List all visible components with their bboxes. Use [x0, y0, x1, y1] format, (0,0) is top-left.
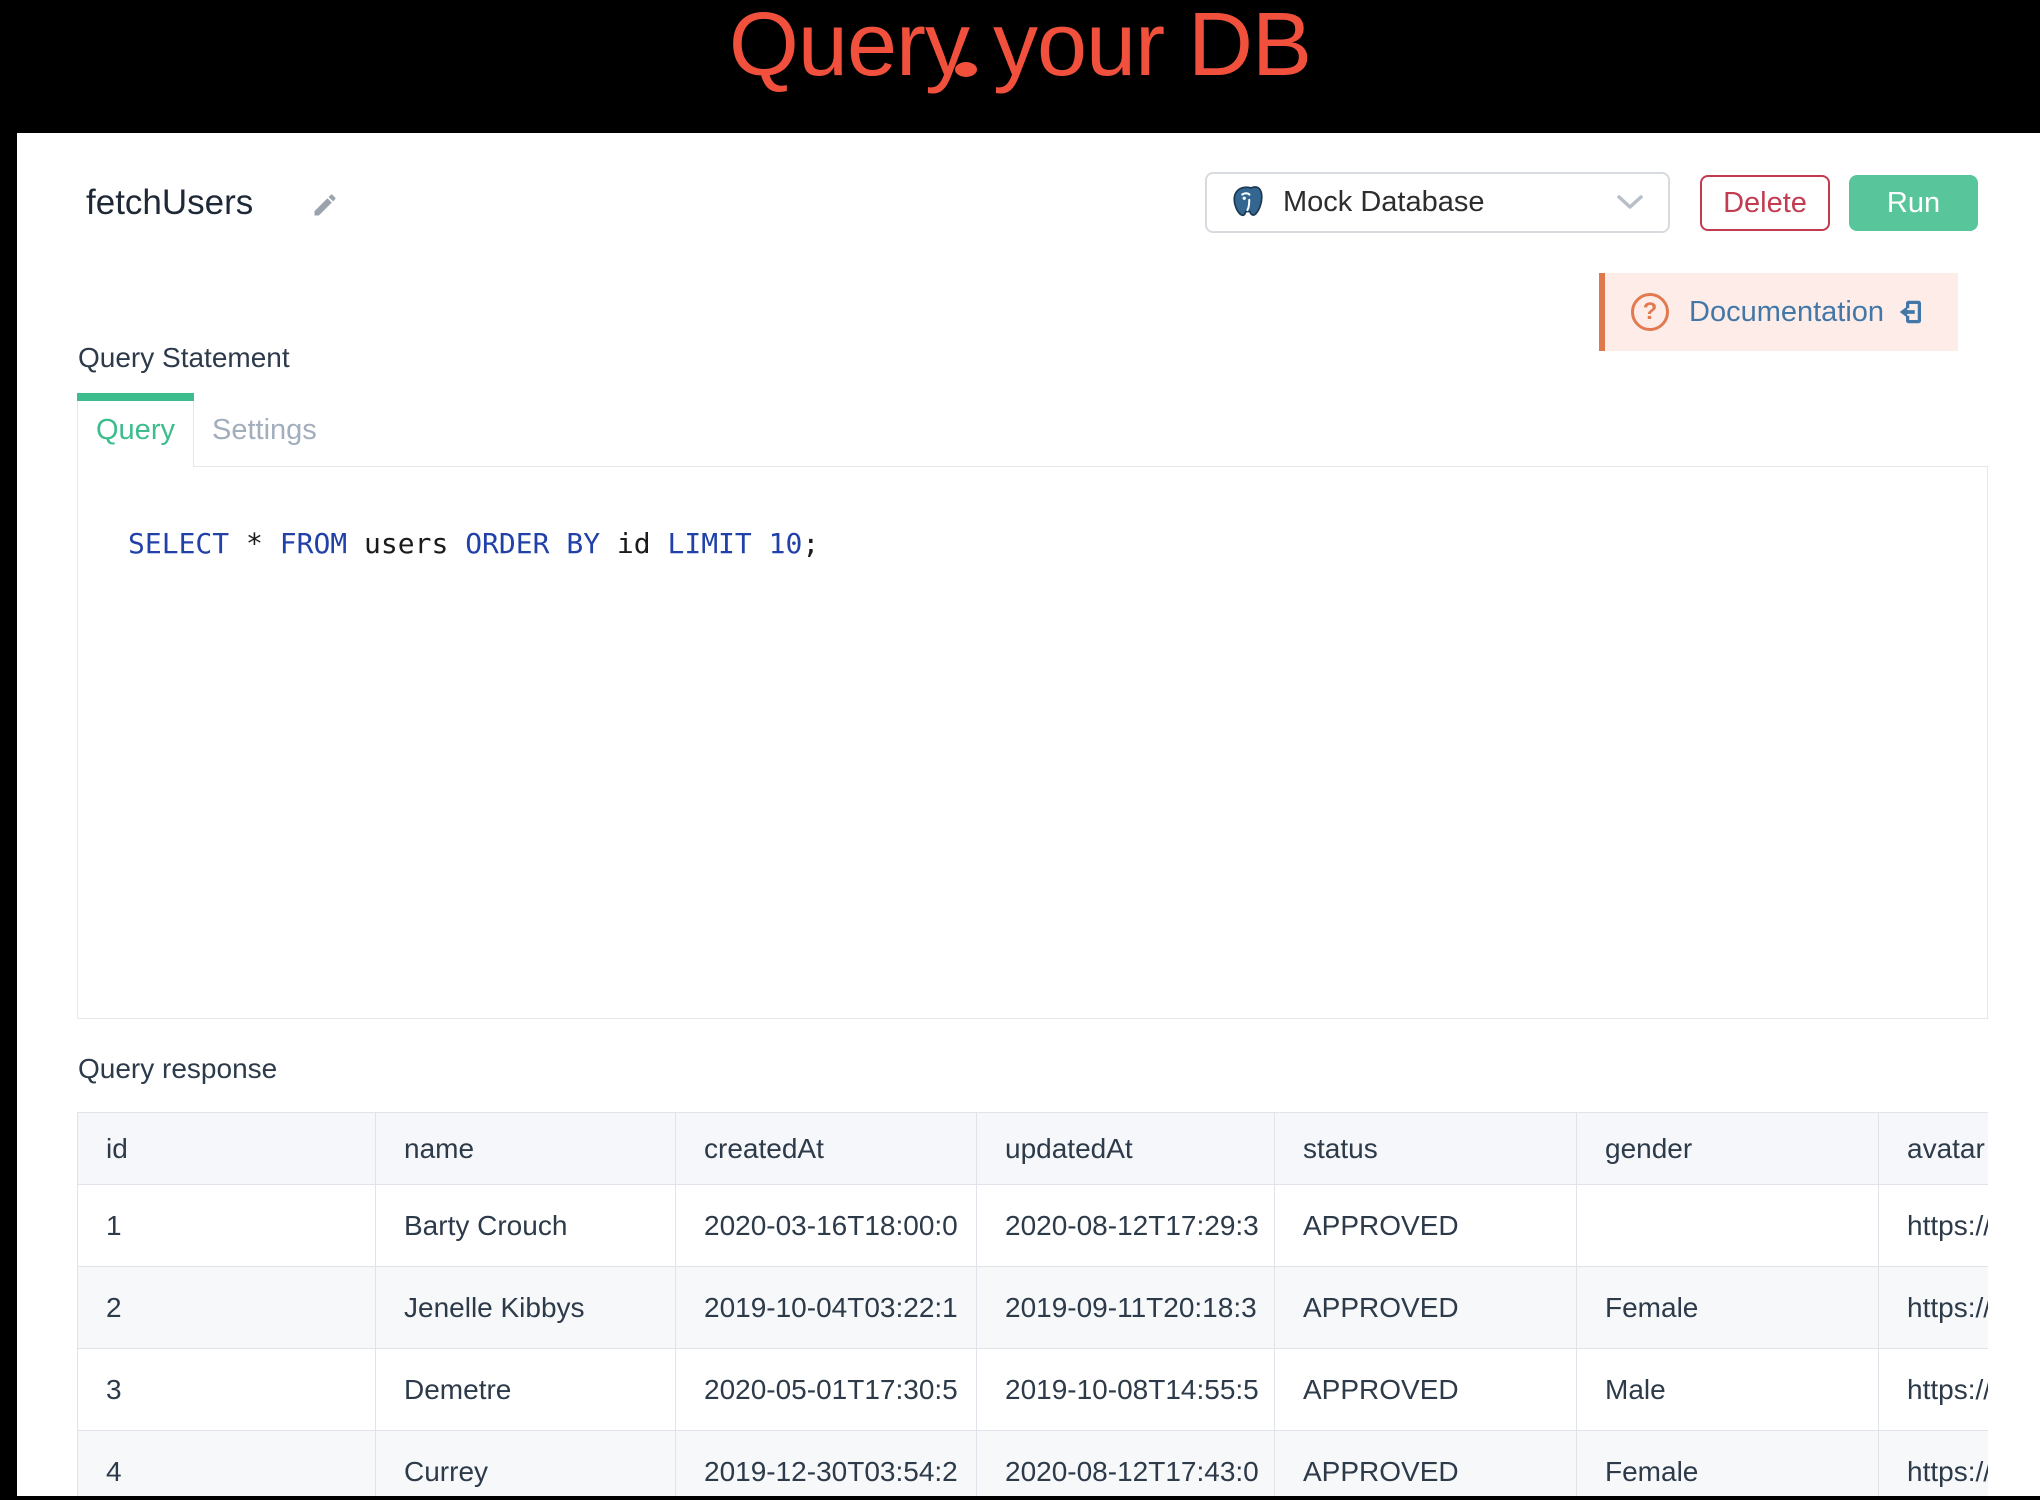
tab-settings[interactable]: Settings — [194, 393, 335, 467]
table-row: 2Jenelle Kibbys2019-10-04T03:22:12019-09… — [78, 1267, 1989, 1349]
documentation-link[interactable]: ? Documentation — [1599, 273, 1958, 351]
table-cell: 2019-10-04T03:22:1 — [676, 1267, 977, 1349]
chevron-down-icon — [1616, 194, 1644, 211]
query-response-heading: Query response — [78, 1049, 277, 1089]
table-cell: 2020-08-12T17:29:3 — [977, 1185, 1275, 1267]
sql-token-plain: * — [229, 527, 280, 560]
table-cell: 2 — [78, 1267, 376, 1349]
sql-token-plain: ; — [802, 527, 819, 560]
table-cell: APPROVED — [1275, 1185, 1577, 1267]
postgresql-icon — [1229, 183, 1269, 223]
table-cell: Jenelle Kibbys — [376, 1267, 676, 1349]
edit-pencil-icon[interactable] — [311, 191, 339, 219]
table-cell: 2020-05-01T17:30:5 — [676, 1349, 977, 1431]
sql-code-line: SELECT * FROM users ORDER BY id LIMIT 10… — [128, 527, 819, 560]
table-cell: 2019-10-08T14:55:5 — [977, 1349, 1275, 1431]
table-cell: 1 — [78, 1185, 376, 1267]
question-icon: ? — [1631, 293, 1669, 331]
table-cell: Female — [1577, 1267, 1879, 1349]
sql-token-number: 10 — [769, 527, 803, 560]
sql-token-keyword: LIMIT — [667, 527, 751, 560]
column-header-updatedAt: updatedAt — [977, 1113, 1275, 1185]
query-statement-heading: Query Statement — [78, 338, 290, 378]
sql-token-keyword: SELECT — [128, 527, 229, 560]
run-button[interactable]: Run — [1849, 175, 1978, 231]
table-cell: 4 — [78, 1431, 376, 1497]
table-cell: Male — [1577, 1349, 1879, 1431]
table-cell: APPROVED — [1275, 1431, 1577, 1497]
sql-token-plain — [752, 527, 769, 560]
database-selector-value: Mock Database — [1283, 186, 1485, 219]
database-selector[interactable]: Mock Database — [1205, 172, 1670, 233]
table-cell: https:// — [1879, 1431, 1989, 1497]
sql-token-plain: id — [600, 527, 667, 560]
page-title: Query your DB — [0, 0, 2040, 133]
column-header-status: status — [1275, 1113, 1577, 1185]
external-link-icon — [1896, 297, 1926, 327]
table-cell: 2020-08-12T17:43:0 — [977, 1431, 1275, 1497]
tab-query[interactable]: Query — [77, 393, 194, 467]
sql-token-keyword: ORDER BY — [465, 527, 600, 560]
query-name: fetchUsers — [86, 179, 253, 227]
table-cell: 2019-12-30T03:54:2 — [676, 1431, 977, 1497]
table-row: 3Demetre2020-05-01T17:30:52019-10-08T14:… — [78, 1349, 1989, 1431]
table-cell: Barty Crouch — [376, 1185, 676, 1267]
column-header-gender: gender — [1577, 1113, 1879, 1185]
table-cell: https:// — [1879, 1349, 1989, 1431]
column-header-id: id — [78, 1113, 376, 1185]
table-cell — [1577, 1185, 1879, 1267]
table-header-row: idnamecreatedAtupdatedAtstatusgenderavat… — [78, 1113, 1989, 1185]
table-cell: APPROVED — [1275, 1349, 1577, 1431]
table-row: 4Currey2019-12-30T03:54:22020-08-12T17:4… — [78, 1431, 1989, 1497]
query-response-table-container: idnamecreatedAtupdatedAtstatusgenderavat… — [77, 1112, 1988, 1496]
column-header-avatar: avatar — [1879, 1113, 1989, 1185]
table-cell: 2019-09-11T20:18:3 — [977, 1267, 1275, 1349]
table-row: 1Barty Crouch2020-03-16T18:00:02020-08-1… — [78, 1185, 1989, 1267]
table-cell: 3 — [78, 1349, 376, 1431]
table-cell: 2020-03-16T18:00:0 — [676, 1185, 977, 1267]
table-cell: https:// — [1879, 1267, 1989, 1349]
sql-editor[interactable]: SELECT * FROM users ORDER BY id LIMIT 10… — [77, 466, 1988, 1019]
query-response-table: idnamecreatedAtupdatedAtstatusgenderavat… — [77, 1112, 1988, 1496]
delete-button[interactable]: Delete — [1700, 175, 1830, 231]
table-cell: Demetre — [376, 1349, 676, 1431]
app-panel: fetchUsers Mock Database Delete Run ? Do… — [17, 133, 2040, 1496]
banner-dot — [955, 62, 977, 77]
query-tabs: QuerySettings — [77, 393, 335, 467]
table-cell: Currey — [376, 1431, 676, 1497]
column-header-createdAt: createdAt — [676, 1113, 977, 1185]
documentation-label: Documentation — [1689, 296, 1884, 329]
table-cell: https:// — [1879, 1185, 1989, 1267]
sql-token-plain: users — [347, 527, 465, 560]
table-cell: Female — [1577, 1431, 1879, 1497]
column-header-name: name — [376, 1113, 676, 1185]
table-cell: APPROVED — [1275, 1267, 1577, 1349]
sql-token-keyword: FROM — [280, 527, 347, 560]
